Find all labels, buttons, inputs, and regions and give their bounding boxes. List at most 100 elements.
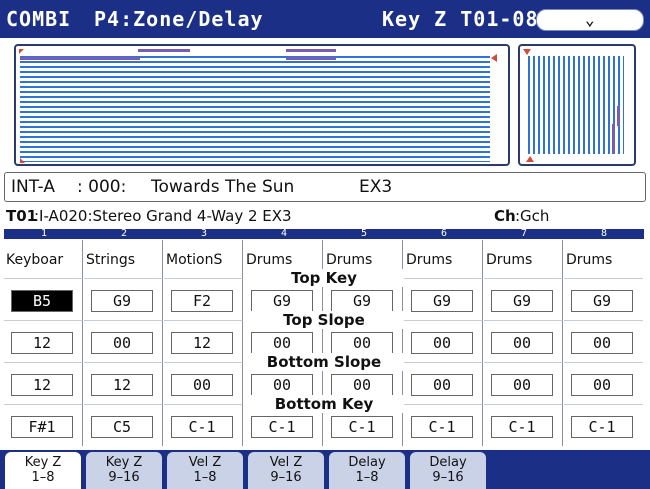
channel-value: :Gch [515, 207, 550, 225]
tab-line1: Delay [429, 455, 467, 470]
top-key-field[interactable]: G9 [411, 290, 473, 312]
velocity-marker [612, 124, 615, 154]
zone-end-marker [491, 54, 497, 62]
bottom-key-field[interactable]: F#1 [11, 416, 73, 438]
velocity-zone-graph[interactable] [518, 44, 636, 166]
timbre-column: 1 Keyboar B5 12 12 F#1 [4, 229, 84, 450]
tab-line2: 1–8 [193, 470, 217, 485]
tab-line1: Key Z [24, 455, 62, 470]
row-label-top-slope: Top Slope [244, 311, 404, 329]
top-slope-field[interactable]: 00 [331, 332, 393, 354]
timbre-column: 2 Strings G9 00 12 C5 [84, 229, 164, 450]
bottom-slope-field[interactable]: 12 [91, 374, 153, 396]
zone-marker [286, 49, 336, 52]
tab-delay-9-16[interactable]: Delay 9–16 [410, 452, 486, 489]
zone-bars [20, 56, 490, 162]
bottom-slope-marker [20, 158, 25, 163]
timbre-number: 5 [324, 229, 404, 239]
top-key-field[interactable]: G9 [491, 290, 553, 312]
top-key-field[interactable]: B5 [11, 290, 73, 312]
bank-label: INT-A [11, 177, 55, 197]
timbre-number: 1 [4, 229, 84, 239]
page-tabs: Key Z 1–8 Key Z 9–16 Vel Z 1–8 Vel Z 9–16 De… [0, 450, 650, 489]
top-slope-field[interactable]: 00 [411, 332, 473, 354]
row-label-bottom-key: Bottom Key [244, 395, 404, 413]
zone-graphics [0, 38, 650, 170]
bottom-key-field[interactable]: C-1 [251, 416, 313, 438]
timbre-name: Drums [566, 252, 613, 268]
velocity-marker [617, 106, 620, 126]
timbre-column: 7 Drums G9 00 00 C-1 [484, 229, 564, 450]
tab-line1: Vel Z [269, 455, 303, 470]
tab-line2: 1–8 [355, 470, 379, 485]
bottom-slope-field[interactable]: 00 [251, 374, 313, 396]
top-slope-field[interactable]: 12 [11, 332, 73, 354]
top-slope-field[interactable]: 12 [171, 332, 233, 354]
top-key-field[interactable]: G9 [91, 290, 153, 312]
bottom-slope-field[interactable]: 00 [171, 374, 233, 396]
top-slope-field[interactable]: 00 [491, 332, 553, 354]
bottom-key-field[interactable]: C-1 [171, 416, 233, 438]
top-slope-field[interactable]: 00 [571, 332, 633, 354]
timbre-name: Drums [404, 240, 483, 278]
timbre-number: T01 [6, 207, 38, 225]
page-title: P4:Zone/Delay [94, 7, 264, 31]
timbre-name: Keyboar [4, 240, 83, 278]
row-label-bottom-slope: Bottom Slope [244, 353, 404, 371]
tab-line1: Vel Z [188, 455, 222, 470]
bottom-key-field[interactable]: C-1 [331, 416, 393, 438]
timbre-number: 6 [404, 229, 484, 239]
tab-key-zone-1-8[interactable]: Key Z 1–8 [5, 452, 81, 489]
top-key-field[interactable]: G9 [571, 290, 633, 312]
bottom-slope-field[interactable]: 00 [491, 374, 553, 396]
bottom-key-field[interactable]: C-1 [491, 416, 553, 438]
bottom-slope-field[interactable]: 00 [411, 374, 473, 396]
tab-line2: 9–16 [270, 470, 302, 485]
bottom-key-field[interactable]: C-1 [571, 416, 633, 438]
zone-marker [20, 57, 140, 60]
top-key-field[interactable]: G9 [251, 290, 313, 312]
program-number: : 000: [77, 177, 127, 197]
tab-line2: 9–16 [432, 470, 464, 485]
top-key-field[interactable]: F2 [171, 290, 233, 312]
top-velocity-marker [523, 49, 531, 55]
combination-name: Towards The Sun [151, 177, 295, 197]
timbre-number: 3 [164, 229, 244, 239]
bottom-slope-field[interactable]: 12 [11, 374, 73, 396]
section-label: Key Z T01-08 [382, 7, 539, 31]
combi-zone-delay-screen: COMBI P4:Zone/Delay Key Z T01-08 ⌄ INT-A… [0, 0, 650, 489]
zone-marker [286, 57, 336, 60]
tab-line1: Delay [348, 455, 386, 470]
velocity-bars [528, 56, 624, 154]
tab-key-zone-9-16[interactable]: Key Z 9–16 [86, 452, 162, 489]
tab-line2: 9–16 [108, 470, 140, 485]
timbre-column: 6 Drums G9 00 00 C-1 [404, 229, 484, 450]
tab-delay-1-8[interactable]: Delay 1–8 [329, 452, 405, 489]
top-slope-field[interactable]: 00 [91, 332, 153, 354]
key-zone-graph[interactable] [14, 44, 510, 166]
timbre-name: Strings [84, 240, 163, 278]
bottom-key-field[interactable]: C5 [91, 416, 153, 438]
tab-vel-zone-9-16[interactable]: Vel Z 9–16 [248, 452, 324, 489]
timbre-number: 4 [244, 229, 324, 239]
bottom-slope-field[interactable]: 00 [571, 374, 633, 396]
title-bar: COMBI P4:Zone/Delay Key Z T01-08 ⌄ [0, 0, 650, 38]
timbre-program: :I-A020:Stereo Grand 4-Way 2 EX3 [34, 207, 292, 225]
bottom-velocity-marker [526, 156, 534, 162]
top-slope-field[interactable]: 00 [251, 332, 313, 354]
page-menu-button[interactable]: ⌄ [536, 9, 644, 31]
timbre-column: 4 Drums G9 00 00 C-1 [244, 229, 324, 450]
tab-line2: 1–8 [31, 470, 55, 485]
chevron-down-icon: ⌄ [585, 10, 595, 29]
combination-select[interactable]: INT-A : 000: Towards The Sun EX3 [4, 172, 646, 202]
bottom-key-field[interactable]: C-1 [411, 416, 473, 438]
tab-vel-zone-1-8[interactable]: Vel Z 1–8 [167, 452, 243, 489]
channel-label: Ch [494, 207, 516, 225]
timbre-number: 8 [564, 229, 644, 239]
timbre-number: 2 [84, 229, 164, 239]
ext-label: EX3 [359, 177, 393, 197]
timbre-column: 5 Drums G9 00 00 C-1 [324, 229, 404, 450]
bottom-slope-field[interactable]: 00 [331, 374, 393, 396]
row-label-top-key: Top Key [244, 269, 404, 287]
top-key-field[interactable]: G9 [331, 290, 393, 312]
